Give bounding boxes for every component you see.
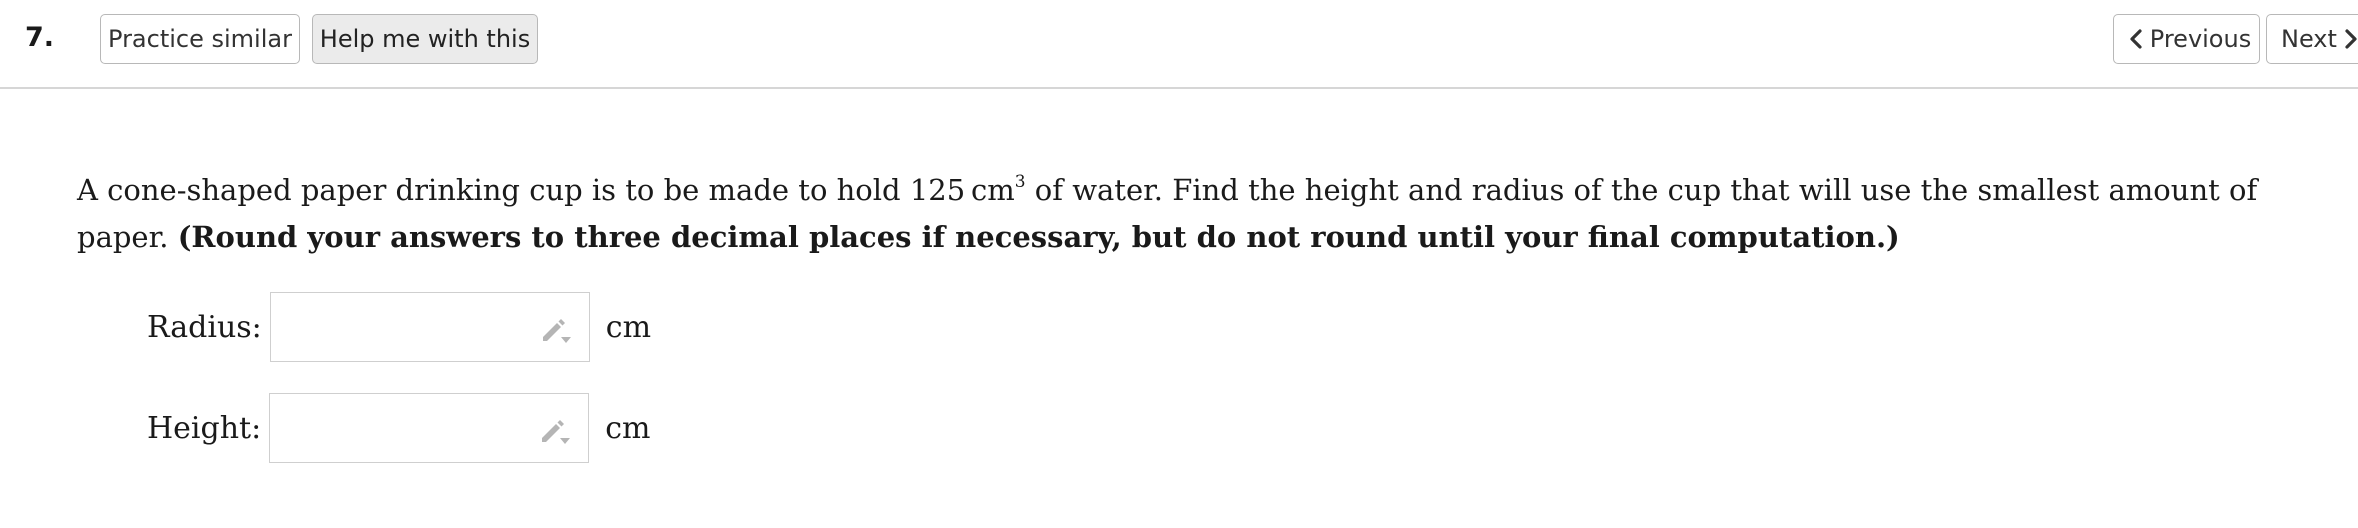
previous-label: Previous [2149, 25, 2252, 53]
question-toolbar: 7. Practice similar Help me with this Pr… [0, 0, 2358, 89]
height-answer-box[interactable] [269, 393, 590, 463]
previous-button[interactable]: Previous [2113, 14, 2260, 64]
height-label: Height: [147, 410, 262, 446]
question-text-before: A cone-shaped paper drinking cup is to b… [77, 173, 910, 207]
question-text: A cone-shaped paper drinking cup is to b… [77, 167, 2327, 261]
rounding-instruction: (Round your answers to three decimal pla… [177, 220, 1900, 254]
height-unit: cm [605, 410, 651, 446]
volume-value: 125 [909, 173, 966, 207]
radius-row: Radius: cm [147, 292, 651, 362]
radius-answer-box[interactable] [269, 292, 590, 362]
next-button[interactable]: Next [2266, 14, 2358, 64]
volume-expression: 125 cm3 [910, 173, 1026, 207]
practice-similar-button[interactable]: Practice similar [100, 14, 300, 64]
radius-unit: cm [605, 309, 652, 345]
volume-unit: cm [970, 173, 1015, 207]
pencil-dropdown-icon[interactable] [538, 416, 572, 446]
chevron-left-icon [2128, 29, 2144, 49]
pencil-dropdown-icon[interactable] [539, 315, 573, 345]
volume-exponent: 3 [1014, 172, 1026, 192]
help-me-with-this-button[interactable]: Help me with this [312, 14, 538, 64]
question-number: 7. [25, 22, 55, 53]
height-row: Height: cm [147, 393, 650, 463]
chevron-right-icon [2343, 29, 2358, 49]
next-label: Next [2281, 25, 2337, 53]
radius-label: Radius: [147, 309, 262, 345]
